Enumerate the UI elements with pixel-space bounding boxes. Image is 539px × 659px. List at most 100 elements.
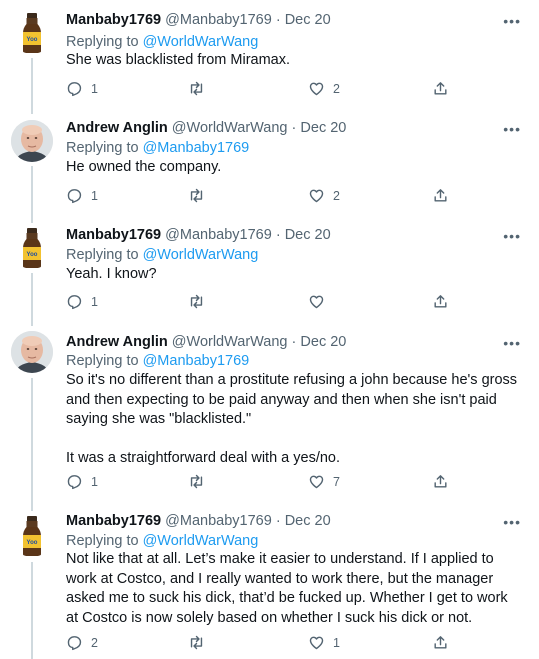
display-name[interactable]: Manbaby1769 [66, 12, 161, 28]
tweet-paragraph: It was a straightforward deal with a yes… [66, 450, 341, 466]
reply-button[interactable]: 1 [66, 80, 98, 97]
tweet-paragraph: Yeah. I know? [66, 266, 157, 282]
reply-icon [67, 636, 82, 651]
avatar[interactable] [11, 331, 53, 373]
share-button[interactable] [432, 293, 449, 310]
share-button[interactable] [432, 473, 449, 490]
retweet-icon [190, 635, 203, 650]
reply-icon [67, 189, 82, 204]
separator-dot: · [275, 12, 281, 28]
tweet-date[interactable]: Dec 20 [285, 12, 331, 28]
reply-count: 1 [91, 474, 98, 489]
replying-to-link[interactable]: @WorldWarWang [143, 247, 259, 263]
display-name[interactable]: Andrew Anglin [66, 334, 168, 350]
tweet[interactable]: Andrew Anglin @WorldWarWang · Dec 20 •••… [0, 319, 539, 503]
display-name[interactable]: Manbaby1769 [66, 513, 161, 529]
tweet-text: She was blacklisted from Miramax. [66, 51, 521, 71]
reply-button[interactable]: 1 [66, 187, 98, 204]
handle[interactable]: @WorldWarWang [172, 120, 288, 136]
replying-to-link[interactable]: @WorldWarWang [143, 34, 259, 50]
replying-to: Replying to @Manbaby1769 [66, 139, 249, 157]
retweet-button[interactable] [188, 80, 205, 97]
heart-icon [309, 82, 324, 96]
reply-count: 1 [91, 294, 98, 309]
replying-to: Replying to @WorldWarWang [66, 33, 258, 51]
tweet-date[interactable]: Dec 20 [285, 513, 331, 529]
more-options-icon[interactable]: ••• [503, 336, 521, 350]
share-button[interactable] [432, 187, 449, 204]
retweet-button[interactable] [188, 634, 205, 651]
tweet[interactable]: Andrew Anglin @WorldWarWang · Dec 20 •••… [0, 108, 539, 215]
like-button[interactable]: 1 [308, 634, 340, 651]
replying-to-link[interactable]: @Manbaby1769 [143, 140, 250, 156]
reply-button[interactable]: 1 [66, 293, 98, 310]
person-avatar-icon [11, 120, 53, 162]
display-name[interactable]: Andrew Anglin [66, 120, 168, 136]
replying-to-link[interactable]: @WorldWarWang [143, 533, 259, 549]
replying-to-label: Replying to [66, 140, 139, 156]
share-button[interactable] [432, 80, 449, 97]
handle[interactable]: @Manbaby1769 [165, 12, 272, 28]
separator-dot: · [275, 227, 281, 243]
handle[interactable]: @WorldWarWang [172, 334, 288, 350]
more-options-icon[interactable]: ••• [503, 122, 521, 136]
beverage-bottle-icon: Yoo [23, 516, 41, 556]
share-icon [434, 636, 447, 649]
separator-dot: · [291, 120, 297, 136]
like-count: 2 [333, 188, 340, 203]
avatar[interactable]: Yoo [11, 227, 53, 269]
more-options-icon[interactable]: ••• [503, 515, 521, 529]
retweet-icon [190, 474, 203, 489]
avatar[interactable]: Yoo [11, 515, 53, 557]
share-button[interactable] [432, 634, 449, 651]
tweet-header: Andrew Anglin @WorldWarWang · Dec 20 [66, 119, 346, 137]
share-icon [434, 82, 447, 95]
separator-dot: · [291, 334, 297, 350]
tweet-header: Manbaby1769 @Manbaby1769 · Dec 20 [66, 11, 331, 29]
handle[interactable]: @Manbaby1769 [165, 513, 272, 529]
share-icon [434, 475, 447, 488]
action-bar: 2 1 [66, 634, 466, 654]
heart-icon [309, 189, 324, 203]
replying-to-label: Replying to [66, 353, 139, 369]
heart-icon [309, 295, 324, 309]
tweet[interactable]: Yoo Manbaby1769 @Manbaby1769 · Dec 20 ••… [0, 215, 539, 319]
retweet-icon [190, 81, 203, 96]
tweet-date[interactable]: Dec 20 [300, 334, 346, 350]
replying-to: Replying to @Manbaby1769 [66, 352, 249, 370]
avatar[interactable] [11, 120, 53, 162]
more-options-icon[interactable]: ••• [503, 14, 521, 28]
tweet[interactable]: Yoo Manbaby1769 @Manbaby1769 · Dec 20 ••… [0, 503, 539, 659]
reply-button[interactable]: 1 [66, 473, 98, 490]
retweet-button[interactable] [188, 473, 205, 490]
reply-count: 1 [91, 188, 98, 203]
reply-button[interactable]: 2 [66, 634, 98, 651]
tweet-date[interactable]: Dec 20 [285, 227, 331, 243]
tweet[interactable]: Yoo Manbaby1769 @Manbaby1769 · Dec 20 ••… [0, 0, 539, 108]
like-button[interactable]: 7 [308, 473, 340, 490]
like-button[interactable] [308, 293, 333, 310]
separator-dot: · [275, 513, 281, 529]
svg-text:Yoo: Yoo [27, 540, 38, 546]
action-bar: 1 [66, 293, 466, 313]
share-icon [434, 189, 447, 202]
reply-icon [67, 475, 82, 490]
reply-count: 1 [91, 81, 98, 96]
reply-icon [67, 295, 82, 310]
tweet-header: Andrew Anglin @WorldWarWang · Dec 20 [66, 333, 346, 351]
display-name[interactable]: Manbaby1769 [66, 227, 161, 243]
tweet-text: He owned the company. [66, 158, 521, 178]
action-bar: 1 7 [66, 473, 466, 493]
retweet-button[interactable] [188, 187, 205, 204]
like-button[interactable]: 2 [308, 187, 340, 204]
replying-to-link[interactable]: @Manbaby1769 [143, 353, 250, 369]
more-options-icon[interactable]: ••• [503, 229, 521, 243]
beverage-bottle-icon: Yoo [23, 228, 41, 268]
tweet-date[interactable]: Dec 20 [300, 120, 346, 136]
tweet-paragraph: He owned the company. [66, 159, 222, 175]
retweet-button[interactable] [188, 293, 205, 310]
handle[interactable]: @Manbaby1769 [165, 227, 272, 243]
tweet-paragraph: Not like that at all. Let’s make it easi… [66, 551, 508, 626]
like-button[interactable]: 2 [308, 80, 340, 97]
avatar[interactable]: Yoo [11, 12, 53, 54]
